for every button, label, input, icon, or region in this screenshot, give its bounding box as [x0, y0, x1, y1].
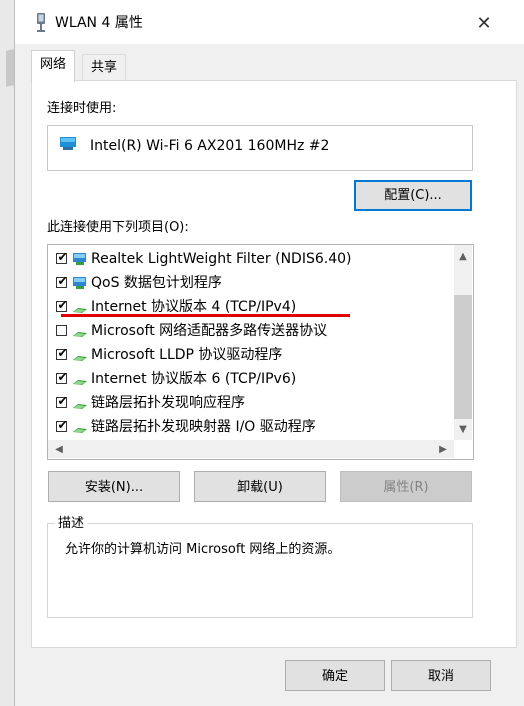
scroll-left-glyph: ◀	[55, 443, 63, 455]
check-icon: ✔	[57, 394, 68, 408]
check-icon: ✔	[57, 418, 68, 432]
scroll-left-icon[interactable]: ◀	[50, 440, 68, 458]
list-item[interactable]: ✔ 链路层拓扑发现响应程序	[48, 391, 458, 415]
checkbox-checked[interactable]: ✔	[56, 274, 68, 288]
window-title: WLAN 4 属性	[55, 15, 143, 31]
list-item[interactable]: Microsoft 网络适配器多路传送器协议	[48, 319, 458, 343]
tab-network[interactable]: 网络	[31, 50, 76, 82]
ok-button[interactable]: 确定	[285, 660, 385, 691]
highlight-underline	[61, 314, 350, 317]
close-button[interactable]: ✕	[467, 8, 501, 38]
tab-label: 网络	[40, 57, 67, 72]
items-list[interactable]: ✔ Realtek LightWeight Filter (NDIS6.40) ✔ Q…	[47, 244, 474, 460]
install-button[interactable]: 安装(N)...	[48, 471, 180, 502]
background-decoration	[6, 49, 14, 87]
description-group	[47, 523, 473, 618]
protocol-icon	[73, 380, 87, 385]
adapter-name: Intel(R) Wi-Fi 6 AX201 160MHz #2	[90, 138, 330, 154]
checkbox-checked[interactable]: ✔	[56, 394, 68, 408]
check-icon: ✔	[57, 370, 68, 384]
list-item-label: Realtek LightWeight Filter (NDIS6.40)	[91, 251, 352, 267]
cancel-button[interactable]: 取消	[391, 660, 491, 691]
protocol-icon	[73, 428, 87, 433]
list-item[interactable]: ✔ Realtek LightWeight Filter (NDIS6.40)	[48, 247, 458, 271]
items-label: 此连接使用下列项目(O):	[47, 220, 189, 235]
list-item-label: Internet 协议版本 6 (TCP/IPv6)	[91, 371, 297, 387]
protocol-icon	[73, 404, 87, 409]
title-bar: WLAN 4 属性 ✕	[15, 0, 524, 44]
checkbox-checked[interactable]: ✔	[56, 298, 68, 312]
network-service-icon	[73, 277, 86, 289]
check-icon: ✔	[57, 346, 68, 360]
configure-button[interactable]: 配置(C)...	[354, 180, 472, 211]
tab-label: 共享	[91, 60, 118, 75]
description-title: 描述	[55, 516, 88, 532]
list-item[interactable]: ✔ QoS 数据包计划程序	[48, 271, 458, 295]
list-item[interactable]: ✔ 链路层拓扑发现映射器 I/O 驱动程序	[48, 415, 458, 439]
scroll-down-icon[interactable]: ▼	[454, 420, 472, 438]
check-icon: ✔	[57, 274, 68, 288]
protocol-icon	[73, 308, 87, 313]
checkbox-checked[interactable]: ✔	[56, 250, 68, 264]
list-item-label: Microsoft LLDP 协议驱动程序	[91, 347, 283, 363]
list-item-label: Microsoft 网络适配器多路传送器协议	[91, 323, 328, 339]
check-icon: ✔	[57, 250, 68, 264]
list-item[interactable]: ✔ Internet 协议版本 6 (TCP/IPv6)	[48, 367, 458, 391]
checkbox-checked[interactable]: ✔	[56, 346, 68, 360]
list-item-label: QoS 数据包计划程序	[91, 275, 222, 291]
vertical-scroll-thumb[interactable]	[454, 295, 472, 419]
properties-dialog: WLAN 4 属性 ✕ 网络 共享 连接时使用: Intel(R) Wi-Fi …	[14, 0, 524, 706]
network-card-icon	[60, 137, 76, 150]
network-service-icon	[73, 253, 86, 265]
tab-sharing[interactable]: 共享	[82, 54, 127, 81]
protocol-icon	[73, 356, 87, 361]
horizontal-scrollbar[interactable]	[48, 440, 454, 458]
scroll-down-glyph: ▼	[459, 423, 467, 435]
scroll-up-glyph: ▲	[459, 250, 467, 262]
list-item-label: 链路层拓扑发现映射器 I/O 驱动程序	[91, 419, 316, 435]
scroll-up-icon[interactable]: ▲	[454, 247, 472, 265]
protocol-icon	[73, 332, 87, 337]
checkbox-checked[interactable]: ✔	[56, 370, 68, 384]
adapter-field: Intel(R) Wi-Fi 6 AX201 160MHz #2	[47, 125, 473, 171]
description-text: 允许你的计算机访问 Microsoft 网络上的资源。	[65, 542, 341, 557]
list-item-label: 链路层拓扑发现响应程序	[91, 395, 245, 411]
close-icon: ✕	[476, 12, 492, 34]
list-item[interactable]: ✔ Microsoft LLDP 协议驱动程序	[48, 343, 458, 367]
checkbox-checked[interactable]: ✔	[56, 418, 68, 432]
scroll-right-glyph: ▶	[439, 443, 447, 455]
uninstall-button[interactable]: 卸载(U)	[194, 471, 326, 502]
properties-button: 属性(R)	[340, 471, 472, 502]
scroll-right-icon[interactable]: ▶	[434, 440, 452, 458]
checkbox-unchecked[interactable]	[56, 325, 67, 336]
connect-using-label: 连接时使用:	[47, 101, 117, 116]
network-adapter-icon	[37, 13, 45, 32]
check-icon: ✔	[57, 298, 68, 312]
